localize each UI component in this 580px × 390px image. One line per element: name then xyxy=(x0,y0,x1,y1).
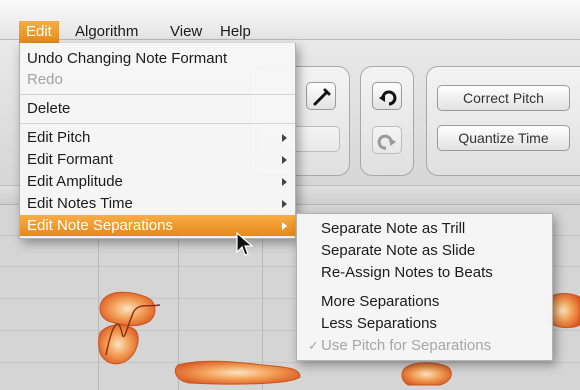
submenu-item-separate-slide[interactable]: Separate Note as Slide xyxy=(297,240,552,261)
submenu-arrow-icon xyxy=(282,222,287,230)
menu-item-redo: Redo xyxy=(27,71,63,88)
menu-help[interactable]: Help xyxy=(213,21,258,43)
menu-item-label: Edit Amplitude xyxy=(27,173,123,190)
menu-item-label: Edit Formant xyxy=(27,151,113,168)
redo-arrow-icon xyxy=(377,134,396,150)
note-blob[interactable] xyxy=(98,324,139,365)
menu-item-edit-pitch[interactable]: Edit Pitch xyxy=(20,127,295,148)
quantize-time-button[interactable]: Quantize Time xyxy=(437,125,570,151)
tool-group-3 xyxy=(426,66,580,176)
menu-bar: Edit Algorithm View Help xyxy=(0,0,580,43)
quantize-time-label: Quantize Time xyxy=(458,130,549,146)
submenu-item-more-separations[interactable]: More Separations xyxy=(297,291,552,312)
note-blob[interactable] xyxy=(99,291,156,327)
checkmark-icon: ✓ xyxy=(308,338,319,353)
tool-settings-button[interactable] xyxy=(306,82,336,110)
submenu-arrow-icon xyxy=(282,200,287,208)
menu-item-label: Edit Notes Time xyxy=(27,195,133,212)
submenu-arrow-icon xyxy=(282,178,287,186)
wrench-icon xyxy=(313,88,331,106)
note-blob[interactable] xyxy=(401,362,452,386)
menu-separator xyxy=(20,123,295,124)
correct-pitch-label: Correct Pitch xyxy=(463,90,544,106)
correct-pitch-button[interactable]: Correct Pitch xyxy=(437,85,570,111)
note-blob[interactable] xyxy=(174,360,301,385)
menu-item-delete[interactable]: Delete xyxy=(20,98,295,119)
menu-item-undo[interactable]: Undo Changing Note Formant xyxy=(20,48,295,69)
note-separations-submenu: Separate Note as Trill Separate Note as … xyxy=(296,213,553,361)
undo-arrow-icon xyxy=(379,90,397,106)
mouse-pointer-icon xyxy=(236,232,254,256)
menu-item-label: Edit Pitch xyxy=(27,129,91,146)
undo-button[interactable] xyxy=(372,82,402,110)
submenu-item-reassign-beats[interactable]: Re-Assign Notes to Beats xyxy=(297,262,552,283)
menu-item-edit-amplitude[interactable]: Edit Amplitude xyxy=(20,171,295,192)
submenu-item-separate-trill[interactable]: Separate Note as Trill xyxy=(297,218,552,239)
menu-edit[interactable]: Edit xyxy=(19,21,59,43)
menu-view[interactable]: View xyxy=(163,21,209,43)
edit-menu-dropdown: Undo Changing Note Formant Redo Delete E… xyxy=(19,43,296,239)
submenu-item-use-pitch: ✓ Use Pitch for Separations xyxy=(297,335,552,356)
submenu-arrow-icon xyxy=(282,156,287,164)
submenu-item-less-separations[interactable]: Less Separations xyxy=(297,313,552,334)
menu-item-edit-notes-time[interactable]: Edit Notes Time xyxy=(20,193,295,214)
submenu-item-label: Use Pitch for Separations xyxy=(321,337,492,354)
menu-separator xyxy=(20,94,295,95)
menu-algorithm[interactable]: Algorithm xyxy=(68,21,145,43)
app-window: Hz Correct Pitch Quantize Time xyxy=(0,0,580,390)
submenu-arrow-icon xyxy=(282,134,287,142)
redo-button[interactable] xyxy=(372,126,402,154)
menu-item-edit-formant[interactable]: Edit Formant xyxy=(20,149,295,170)
menu-item-label: Edit Note Separations xyxy=(27,217,173,234)
